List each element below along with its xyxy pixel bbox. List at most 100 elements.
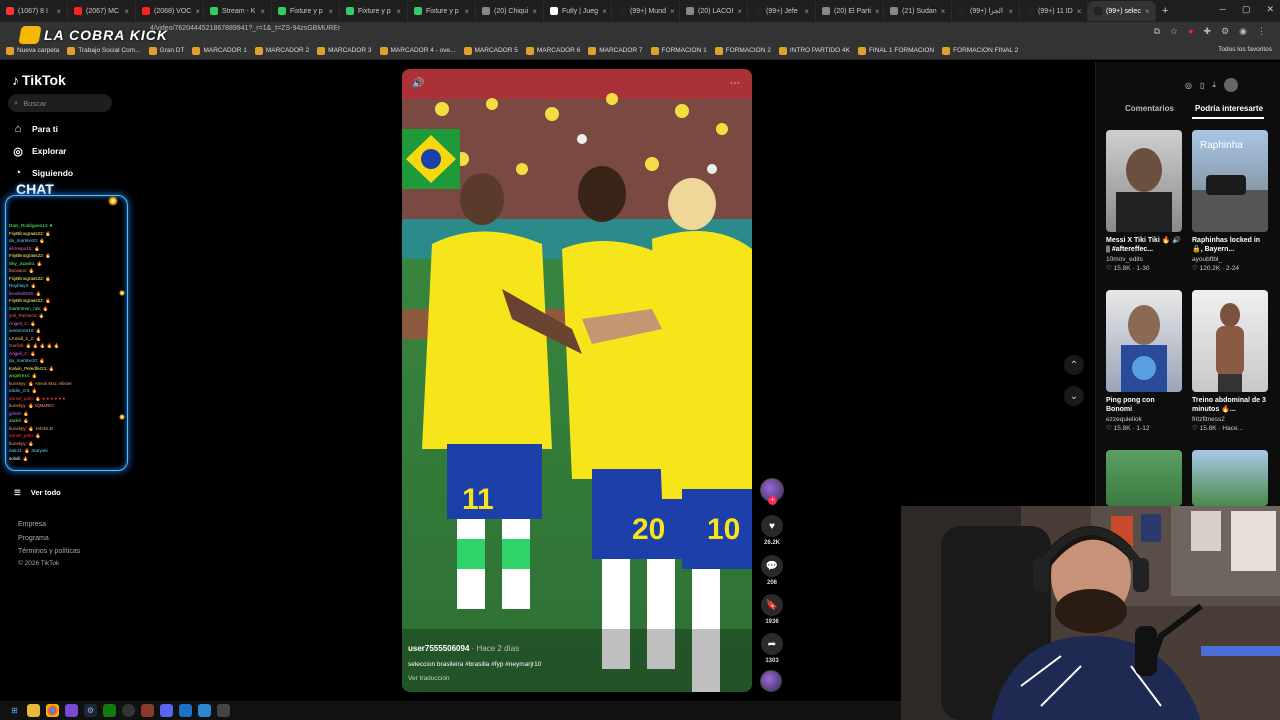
browser-tab[interactable]: (99+) Jefe × [748, 1, 816, 21]
share-action[interactable]: ➦ 1303 [760, 633, 784, 664]
browser-tab[interactable]: (2068) VOC × [136, 1, 204, 21]
bookmark-item[interactable]: FORMACION 2 [714, 46, 771, 55]
bookmark-item[interactable]: MARCADOR 6 [525, 46, 580, 55]
tab-close-icon[interactable]: × [328, 7, 333, 16]
nav-for-you[interactable]: ⌂ Para ti [12, 123, 58, 135]
browser-tab[interactable]: Fixture y p × [340, 1, 408, 21]
tiktok-logo[interactable]: ♪ TikTok [12, 72, 66, 88]
xbox-icon[interactable] [103, 704, 116, 717]
bookmark-item[interactable]: INTRO PARTIDO 4K [778, 46, 850, 55]
browser-tab[interactable]: (99+) 11 ID × [1020, 1, 1088, 21]
tab-close-icon[interactable]: × [56, 7, 61, 16]
file-explorer-icon[interactable] [27, 704, 40, 717]
browser-tab[interactable]: (99+) selec × [1088, 1, 1156, 21]
music-disc-avatar[interactable] [760, 670, 782, 692]
tab-close-icon[interactable]: × [464, 7, 469, 16]
browser-tab[interactable]: (20) Chiqui × [476, 1, 544, 21]
tab-close-icon[interactable]: × [1008, 7, 1013, 16]
tab-close-icon[interactable]: × [737, 7, 742, 16]
bookmark-item[interactable]: MARCADOR 2 [254, 46, 309, 55]
translate-link[interactable]: Ver traducción [408, 675, 450, 682]
tab-recommended[interactable]: Podría interesarte [1195, 104, 1263, 113]
browser-tab[interactable]: (20) El Parti × [816, 1, 884, 21]
discord-icon[interactable] [160, 704, 173, 717]
footer-company[interactable]: Empresa [18, 521, 46, 528]
suggestion-thumbnail[interactable] [1192, 450, 1268, 506]
video-player[interactable]: 11 20 10 [402, 69, 752, 692]
device-icon[interactable]: ▯ [1200, 81, 1204, 90]
next-video-button[interactable]: ⌄ [1064, 386, 1084, 406]
menu-dots-icon[interactable]: ⋮ [1257, 26, 1266, 37]
comment-action[interactable]: 💬 206 [760, 555, 784, 586]
install-icon[interactable]: ⧉ [1154, 26, 1160, 37]
maximize-icon[interactable]: ▢ [1242, 4, 1251, 15]
search-input[interactable]: ⌕ Buscar [8, 94, 112, 112]
suggestion-thumbnail[interactable] [1106, 450, 1182, 506]
steam-icon[interactable]: ⚙ [84, 704, 97, 717]
notes-app-icon[interactable] [198, 704, 211, 717]
browser-tab[interactable]: Fixture y p × [272, 1, 340, 21]
browser-tab[interactable]: (21) Sudan × [884, 1, 952, 21]
footer-program[interactable]: Programa [18, 535, 49, 542]
extensions-puzzle-icon[interactable]: ⚙ [1221, 26, 1229, 37]
footer-terms[interactable]: Términos y políticas [18, 548, 80, 555]
bookmark-item[interactable]: FORMACION FINAL 2 [942, 46, 1018, 55]
like-action[interactable]: ♥ 26.2K [760, 515, 784, 546]
suggestion-thumbnail[interactable]: Raphinha [1192, 130, 1268, 232]
suggestion-author[interactable]: ezzequieliok [1106, 416, 1182, 423]
browser-tab[interactable]: (99+) الجزا × [952, 1, 1020, 21]
all-bookmarks[interactable]: Todos los favoritos [1218, 46, 1272, 53]
browser-tab[interactable]: Stream - K × [204, 1, 272, 21]
volume-icon[interactable]: 🔊 [412, 78, 424, 89]
tab-close-icon[interactable]: × [124, 7, 129, 16]
suggestion-card[interactable] [1106, 450, 1182, 506]
suggestion-card[interactable]: Treino abdominal de 3 minutos 🔥... fritz… [1192, 290, 1268, 432]
suggestion-thumbnail[interactable] [1106, 130, 1182, 232]
bookmark-item[interactable]: MARCADOR 4 - ove... [379, 46, 456, 55]
bookmark-item[interactable]: FORMACION 1 [650, 46, 707, 55]
tab-comments[interactable]: Comentarios [1125, 104, 1174, 113]
tab-close-icon[interactable]: × [260, 7, 265, 16]
suggestion-card[interactable]: Messi X Tiki Tiki 🔥 🔊 || #aftereffec... … [1106, 130, 1182, 272]
url-text[interactable]: 4/video/7620444521867889941?_r=1&_t=ZS-9… [150, 25, 340, 32]
browser-tab[interactable]: Futly | Jueg × [544, 1, 612, 21]
previous-video-button[interactable]: ⌃ [1064, 355, 1084, 375]
windows-start-icon[interactable]: ⊞ [8, 704, 21, 717]
suggestion-author[interactable]: 10mov_edits [1106, 256, 1182, 263]
media-app-icon[interactable] [141, 704, 154, 717]
bookmark-icon[interactable]: 🔖 [761, 594, 783, 616]
browser-tab[interactable]: (20) LACOI × [680, 1, 748, 21]
video-username[interactable]: user7555506094 · Hace 2 días [408, 644, 519, 653]
suggestion-thumbnail[interactable] [1192, 290, 1268, 392]
tab-close-icon[interactable]: × [875, 7, 880, 16]
download-icon[interactable]: ⤓ [1212, 80, 1216, 90]
calculator-icon[interactable] [217, 704, 230, 717]
browser-tab[interactable]: Fixture y p × [408, 1, 476, 21]
follow-plus-icon[interactable]: + [768, 496, 777, 505]
record-icon[interactable]: ● [1188, 26, 1193, 37]
tab-close-icon[interactable]: × [195, 7, 200, 16]
app-grid-icon[interactable] [65, 704, 78, 717]
nav-explore[interactable]: ◎ Explorar [12, 145, 66, 158]
suggestion-thumbnail[interactable] [1106, 290, 1182, 392]
coin-icon[interactable]: ◎ [1185, 81, 1192, 90]
minimize-icon[interactable]: ─ [1220, 4, 1226, 15]
nav-following[interactable]: ◔ Siguiendo [12, 167, 73, 179]
save-action[interactable]: 🔖 1936 [760, 594, 784, 625]
bookmark-item[interactable]: MARCADOR 7 [588, 46, 643, 55]
tab-close-icon[interactable]: × [804, 7, 809, 16]
tab-close-icon[interactable]: × [532, 7, 537, 16]
suggestion-card[interactable]: Raphinha Raphinhas locked in 🔒, Bayern..… [1192, 130, 1268, 272]
browser-tab[interactable]: (1067) 8 I × [0, 1, 68, 21]
profile-icon[interactable]: ◉ [1239, 26, 1247, 37]
chrome-icon[interactable] [46, 704, 59, 717]
suggestion-author[interactable]: fritzfitness2 [1192, 416, 1268, 423]
browser-tab[interactable]: (2067) MC × [68, 1, 136, 21]
suggestion-card[interactable]: Ping pong con Bonomi ezzequieliok ♡ 15.8… [1106, 290, 1182, 432]
extension-icon[interactable]: ✚ [1204, 26, 1212, 37]
close-window-icon[interactable]: ✕ [1266, 4, 1274, 15]
bookmark-item[interactable]: MARCADOR 5 [463, 46, 518, 55]
tab-close-icon[interactable]: × [1077, 7, 1082, 16]
suggestion-author[interactable]: ayoubftbl_ [1192, 256, 1268, 263]
comment-icon[interactable]: 💬 [761, 555, 783, 577]
